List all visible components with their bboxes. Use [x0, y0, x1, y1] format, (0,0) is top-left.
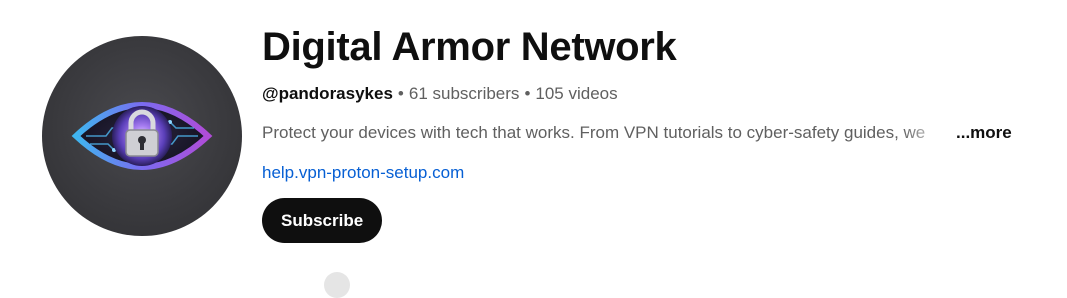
channel-header: Digital Armor Network @pandorasykes • 61 s… [0, 0, 1067, 298]
channel-description[interactable]: Protect your devices with tech that work… [262, 121, 952, 145]
channel-avatar[interactable] [42, 36, 242, 236]
channel-handle: @pandorasykes [262, 84, 393, 103]
description-fade [902, 121, 958, 145]
subscribe-button[interactable]: Subscribe [262, 198, 383, 243]
video-count: 105 videos [535, 84, 618, 103]
eye-lock-icon [71, 102, 213, 170]
meta-separator: • [397, 84, 404, 103]
meta-separator: • [524, 84, 531, 103]
channel-title: Digital Armor Network [262, 25, 677, 69]
channel-meta: @pandorasykes • 61 subscribers • 105 videos [262, 83, 1042, 105]
channel-link[interactable]: help.vpn-proton-setup.com [262, 161, 464, 185]
subscriber-count: 61 subscribers [408, 84, 520, 103]
channel-info: Digital Armor Network @pandorasykes • 61 s… [262, 22, 1042, 243]
more-button[interactable]: ...more [956, 121, 1012, 145]
description-row[interactable]: Protect your devices with tech that work… [262, 121, 1022, 145]
partial-avatar-icon [324, 272, 350, 298]
